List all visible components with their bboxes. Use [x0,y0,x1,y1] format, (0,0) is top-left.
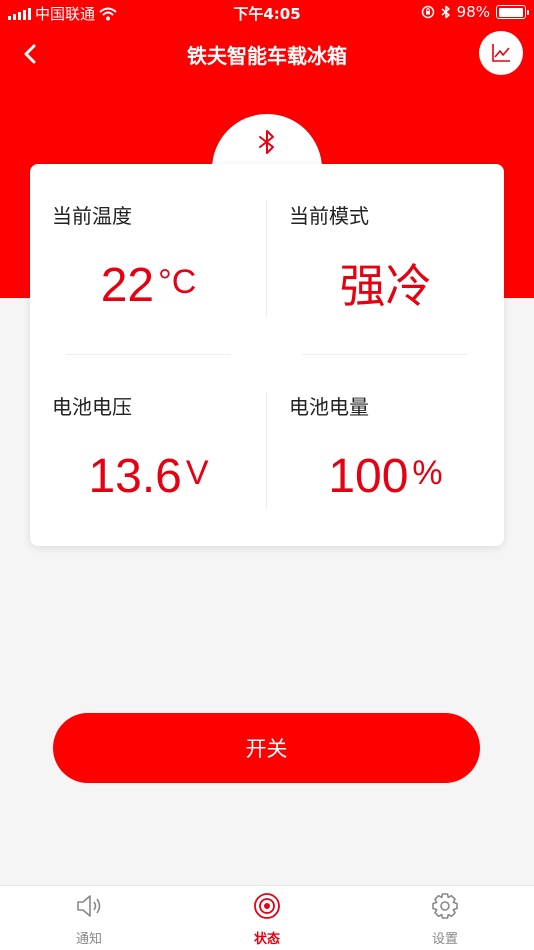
temperature-label: 当前温度 [52,204,132,228]
voltage-cell: 电池电压 13.6 V [30,355,267,546]
status-bar: 中国联通 下午4:05 98% [0,0,534,26]
temperature-cell: 当前温度 22 °C [30,164,267,355]
mode-label: 当前模式 [289,204,369,228]
bluetooth-status-icon [441,5,450,19]
temperature-number: 22 [100,259,155,312]
tab-status[interactable]: 状态 [178,886,356,950]
status-right: 98% [421,3,529,21]
battery-percent: 98% [456,3,490,21]
page-title: 铁夫智能车载冰箱 [187,44,347,68]
speaker-icon [77,895,101,917]
status-card: 当前温度 22 °C 当前模式 强冷 电池电压 13.6 V 电池电量 100% [30,164,504,546]
temperature-unit: °C [158,263,197,301]
bluetooth-icon [259,130,274,154]
status-target-icon [254,893,280,919]
mode-value: 强冷 [339,259,432,313]
battery-label: 电池电量 [289,395,369,419]
temperature-value: 22 °C [30,258,267,314]
tab-label: 设置 [431,932,458,947]
mode-cell: 当前模式 强冷 [267,164,504,355]
divider-horizontal-right [302,354,467,355]
battery-value: 100% [267,449,504,505]
battery-unit: % [412,454,443,492]
battery-icon [496,5,529,19]
voltage-label: 电池电压 [52,395,132,419]
orientation-lock-icon [421,5,434,19]
line-chart-icon [492,44,510,62]
divider-horizontal-left [66,354,231,355]
history-chart-button[interactable] [479,31,523,75]
power-switch-button[interactable]: 开关 [53,713,480,783]
voltage-unit: V [185,454,209,492]
tab-label: 状态 [253,932,280,947]
battery-cell: 电池电量 100% [267,355,504,546]
tab-notifications[interactable]: 通知 [0,886,178,950]
divider-vertical-top [266,200,267,318]
voltage-value: 13.6 V [30,449,267,505]
tab-settings[interactable]: 设置 [356,886,534,950]
voltage-number: 13.6 [88,450,182,503]
battery-number: 100 [328,450,409,503]
tab-bar: 通知 状态 设置 [0,885,534,950]
tab-label: 通知 [75,932,102,947]
gear-icon [432,893,458,919]
divider-vertical-bottom [266,392,267,510]
app-screen: 中国联通 下午4:05 98% 铁夫智能车载冰箱 当前温度 22 °C 当前模式… [0,0,534,950]
battery-fill [498,7,523,17]
power-switch-label: 开关 [245,737,288,761]
